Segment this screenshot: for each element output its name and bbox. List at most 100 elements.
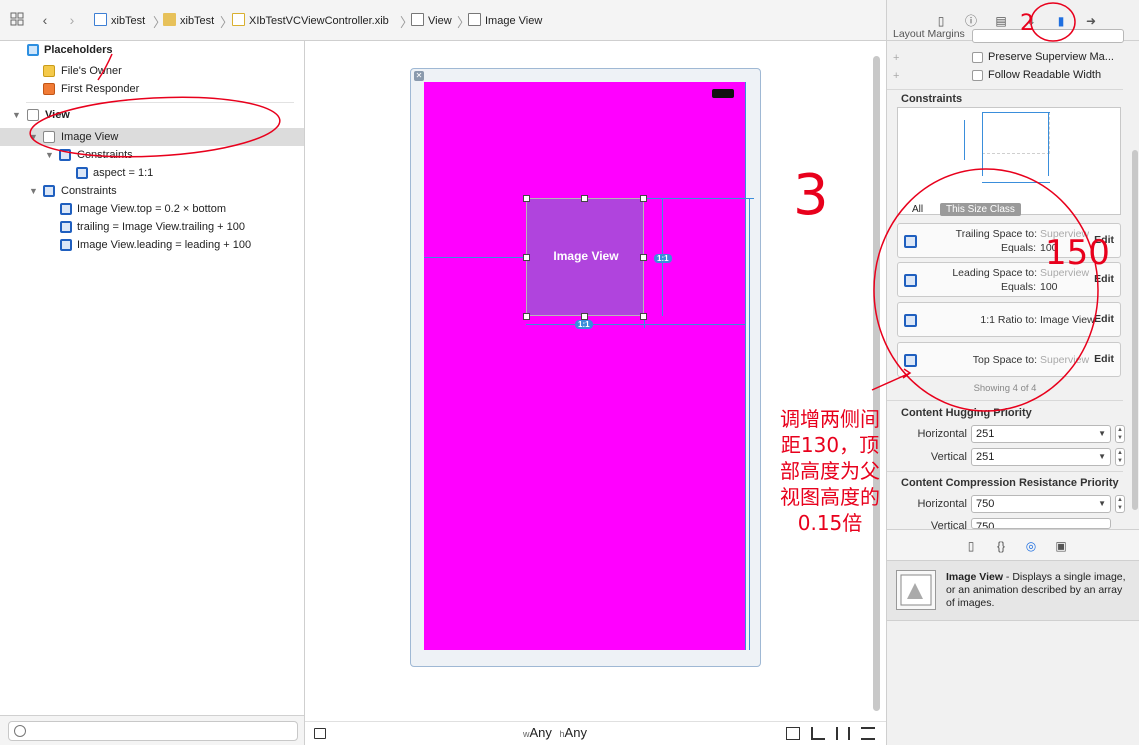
breadcrumb-group-label: xibTest: [180, 15, 215, 27]
field-value: 750: [976, 498, 995, 510]
media-library-icon[interactable]: ▣: [1053, 538, 1069, 554]
library-tabs: ▯ {} ◎ ▣: [887, 529, 1139, 561]
compression-section-title: Content Compression Resistance Priority: [901, 477, 1119, 489]
outline-filter-field[interactable]: [8, 721, 298, 741]
align-icon[interactable]: [811, 727, 825, 740]
quick-help-icon[interactable]: ⓘ: [963, 13, 979, 29]
resolve-issues-icon[interactable]: [861, 727, 875, 740]
dropdown-arrow-icon[interactable]: ▼: [1098, 426, 1106, 442]
outline-view-constraints[interactable]: ▼ Constraints: [0, 182, 304, 200]
toggle-outline-icon[interactable]: [314, 728, 326, 739]
disclosure-triangle-icon[interactable]: ▼: [29, 182, 38, 200]
hugging-vertical-field[interactable]: 251 ▼: [971, 448, 1111, 466]
constraint-card-trailing[interactable]: Trailing Space to: Superview Equals: 100…: [897, 223, 1121, 258]
file-inspector-icon[interactable]: ▯: [933, 13, 949, 29]
vertical-label: Vertical: [930, 520, 967, 529]
breadcrumb-group[interactable]: xibTest: [163, 13, 214, 29]
constraint-label: Top Space to:: [972, 354, 1037, 366]
outline-image-constraints[interactable]: ▼ Constraints: [0, 146, 304, 164]
outline-image-view[interactable]: ▼ Image View: [0, 128, 304, 146]
edit-button[interactable]: Edit: [1094, 234, 1114, 246]
back-arrow-icon[interactable]: ‹: [37, 12, 53, 28]
inspector-scrollbar[interactable]: [1132, 150, 1138, 510]
segment-this-size-class[interactable]: This Size Class: [940, 203, 1021, 216]
root-view[interactable]: [424, 82, 746, 650]
divider: [887, 400, 1123, 401]
hugging-horizontal-field[interactable]: 251 ▼: [971, 425, 1111, 443]
outline-label: Image View.leading = leading + 100: [77, 239, 252, 251]
preview-constraint-line: [982, 112, 1050, 113]
edit-button[interactable]: Edit: [1094, 313, 1114, 325]
resize-handle[interactable]: [523, 254, 530, 261]
pin-icon[interactable]: [836, 727, 850, 740]
edit-button[interactable]: Edit: [1094, 353, 1114, 365]
disclosure-triangle-icon[interactable]: ▼: [29, 128, 38, 146]
constraint-label: Trailing Space to:: [955, 228, 1037, 240]
outline-files-owner[interactable]: File's Owner: [0, 62, 304, 80]
aspect-badge[interactable]: 1:1: [654, 254, 672, 263]
stack-icon[interactable]: [786, 727, 800, 740]
plus-icon[interactable]: +: [893, 52, 899, 64]
outline-aspect-constraint[interactable]: aspect = 1:1: [0, 164, 304, 182]
outline-view[interactable]: ▼ View: [0, 106, 304, 124]
hugging-horizontal-stepper[interactable]: ▲ ▼: [1115, 425, 1125, 443]
outline-placeholders[interactable]: Placeholders: [0, 41, 304, 59]
size-class-selector[interactable]: wAny hAny: [523, 725, 587, 740]
connections-inspector-icon[interactable]: ➜: [1083, 13, 1099, 29]
size-class-w: Any: [529, 725, 552, 740]
attributes-inspector-icon[interactable]: ⇩: [1023, 13, 1039, 29]
resize-handle[interactable]: [523, 313, 530, 320]
top-guide-line: [644, 198, 754, 199]
size-class-h: Any: [564, 725, 587, 740]
file-template-icon[interactable]: ▯: [963, 538, 979, 554]
constraint-card-ratio[interactable]: 1:1 Ratio to: Image View Edit: [897, 302, 1121, 337]
constraint-card-leading[interactable]: Leading Space to: Superview Equals: 100 …: [897, 262, 1121, 297]
code-snippet-icon[interactable]: {}: [993, 538, 1009, 554]
aspect-badge[interactable]: 1:1: [575, 320, 593, 329]
resize-handle[interactable]: [640, 195, 647, 202]
identity-inspector-icon[interactable]: ▤: [993, 13, 1009, 29]
constraint-equals-label: Equals:: [1000, 281, 1036, 293]
close-icon[interactable]: ✕: [414, 71, 424, 81]
compression-horizontal-field[interactable]: 750 ▼: [971, 495, 1111, 513]
object-library-icon[interactable]: ◎: [1023, 538, 1039, 554]
dropdown-arrow-icon[interactable]: ▼: [1098, 496, 1106, 512]
related-items-icon[interactable]: [9, 12, 25, 28]
edit-button[interactable]: Edit: [1094, 273, 1114, 285]
disclosure-triangle-icon[interactable]: ▼: [45, 146, 54, 164]
resize-handle[interactable]: [523, 195, 530, 202]
breadcrumb-file[interactable]: XIbTestVCViewController.xib: [232, 13, 389, 29]
compression-vertical-field[interactable]: 750: [971, 518, 1111, 529]
forward-arrow-icon[interactable]: ›: [64, 12, 80, 28]
constraint-label: 1:1 Ratio to:: [980, 314, 1037, 326]
resize-handle[interactable]: [581, 195, 588, 202]
breadcrumb-image-view[interactable]: Image View: [468, 13, 542, 29]
outline-label: Image View: [61, 131, 119, 143]
interface-builder-canvas[interactable]: ✕ Image View 1:1 1:1 wAny hAny: [305, 41, 886, 745]
canvas-scrollbar[interactable]: [873, 56, 880, 711]
image-view[interactable]: Image View: [526, 198, 644, 316]
hugging-vertical-stepper[interactable]: ▲ ▼: [1115, 448, 1125, 466]
follow-readable-checkbox[interactable]: [972, 70, 983, 81]
dropdown-arrow-icon[interactable]: ▼: [1098, 449, 1106, 465]
resize-handle[interactable]: [640, 313, 647, 320]
constraint-card-top[interactable]: Top Space to: Superview Edit: [897, 342, 1121, 377]
outline-top-constraint[interactable]: Image View.top = 0.2 × bottom: [0, 200, 304, 218]
library-item-image-view[interactable]: Image View - Displays a single image, or…: [887, 561, 1139, 621]
resize-handle[interactable]: [640, 254, 647, 261]
plus-icon[interactable]: +: [893, 70, 899, 82]
size-inspector-icon[interactable]: ▮: [1053, 13, 1069, 29]
preserve-superview-checkbox[interactable]: [972, 52, 983, 63]
breadcrumb-project[interactable]: xibTest: [94, 13, 145, 29]
outline-trailing-constraint[interactable]: trailing = Image View.trailing + 100: [0, 218, 304, 236]
disclosure-triangle-icon[interactable]: ▼: [12, 106, 21, 124]
resize-handle[interactable]: [581, 313, 588, 320]
segment-all[interactable]: All: [912, 203, 923, 216]
annotation-note-line: 视图高度的: [780, 485, 880, 509]
outline-leading-constraint[interactable]: Image View.leading = leading + 100: [0, 236, 304, 254]
ratio-constraint-icon: [904, 314, 917, 327]
layout-margins-popup[interactable]: [972, 29, 1124, 43]
outline-first-responder[interactable]: First Responder: [0, 80, 304, 98]
compression-horizontal-stepper[interactable]: ▲ ▼: [1115, 495, 1125, 513]
breadcrumb-view[interactable]: View: [411, 13, 452, 29]
